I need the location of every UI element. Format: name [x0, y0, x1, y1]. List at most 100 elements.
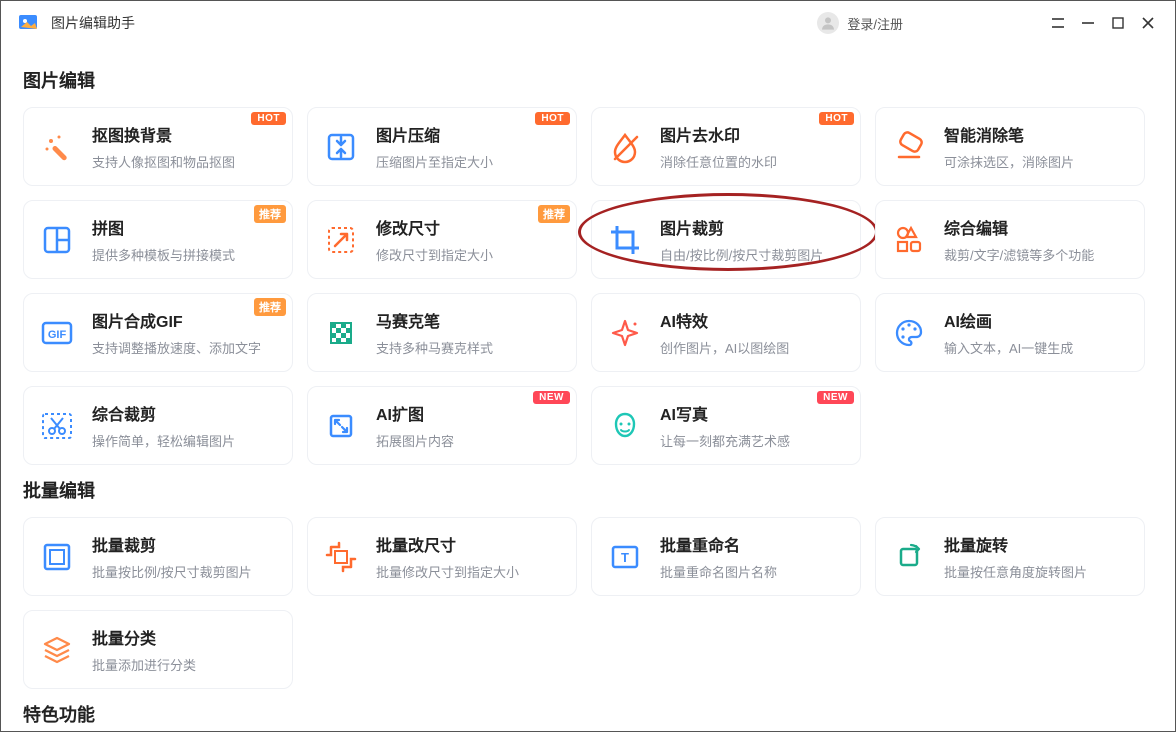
- feature-card[interactable]: 批量裁剪批量按比例/按尺寸裁剪图片: [23, 517, 293, 596]
- batch-crop-icon: [36, 536, 78, 578]
- section-title: 批量编辑: [23, 477, 1153, 503]
- compress-icon: [320, 126, 362, 168]
- card-desc: 裁剪/文字/滤镜等多个功能: [944, 245, 1094, 264]
- portrait-icon: [604, 405, 646, 447]
- card-desc: 批量按比例/按尺寸裁剪图片: [92, 562, 252, 581]
- card-desc: 可涂抹选区，消除图片: [944, 152, 1074, 171]
- card-badge: NEW: [817, 391, 854, 404]
- card-desc: 批量修改尺寸到指定大小: [376, 562, 519, 581]
- rename-icon: [604, 536, 646, 578]
- card-title: 图片去水印: [660, 122, 777, 146]
- card-badge: HOT: [819, 112, 854, 125]
- card-title: 马赛克笔: [376, 308, 493, 332]
- card-title: 批量旋转: [944, 532, 1087, 556]
- card-desc: 提供多种模板与拼接模式: [92, 245, 235, 264]
- menu-button[interactable]: [1043, 8, 1073, 38]
- feature-card[interactable]: 图片合成GIF支持调整播放速度、添加文字推荐: [23, 293, 293, 372]
- avatar-icon[interactable]: [817, 12, 839, 34]
- main-content: 图片编辑抠图换背景支持人像抠图和物品抠图HOT图片压缩压缩图片至指定大小HOT图…: [1, 45, 1175, 727]
- card-title: 批量裁剪: [92, 532, 252, 556]
- palette-icon: [888, 312, 930, 354]
- shapes-icon: [888, 219, 930, 261]
- card-title: 批量改尺寸: [376, 532, 519, 556]
- feature-card[interactable]: AI扩图拓展图片内容 NEW: [307, 386, 577, 465]
- login-link[interactable]: 登录/注册: [847, 14, 903, 33]
- feature-card[interactable]: 抠图换背景支持人像抠图和物品抠图 HOT: [23, 107, 293, 186]
- card-desc: 输入文本，AI一键生成: [944, 338, 1073, 357]
- feature-card[interactable]: 图片压缩压缩图片至指定大小 HOT: [307, 107, 577, 186]
- card-desc: 支持多种马赛克样式: [376, 338, 493, 357]
- card-title: AI写真: [660, 401, 790, 425]
- card-badge: HOT: [251, 112, 286, 125]
- close-button[interactable]: [1133, 8, 1163, 38]
- card-desc: 操作简单，轻松编辑图片: [92, 431, 235, 450]
- card-title: 批量重命名: [660, 532, 777, 556]
- gif-icon: [36, 312, 78, 354]
- card-badge: HOT: [535, 112, 570, 125]
- batch-resize-icon: [320, 536, 362, 578]
- scissors-icon: [36, 405, 78, 447]
- card-title: AI特效: [660, 308, 789, 332]
- card-desc: 支持人像抠图和物品抠图: [92, 152, 235, 171]
- rotate-icon: [888, 536, 930, 578]
- feature-card[interactable]: AI特效创作图片，AI以图绘图: [591, 293, 861, 372]
- card-desc: 拓展图片内容: [376, 431, 454, 450]
- card-title: 智能消除笔: [944, 122, 1074, 146]
- card-desc: 支持调整播放速度、添加文字: [92, 338, 261, 357]
- feature-card[interactable]: 综合裁剪操作简单，轻松编辑图片: [23, 386, 293, 465]
- card-title: 综合裁剪: [92, 401, 235, 425]
- feature-card[interactable]: 批量改尺寸批量修改尺寸到指定大小: [307, 517, 577, 596]
- mosaic-icon: [320, 312, 362, 354]
- feature-card[interactable]: 批量分类批量添加进行分类: [23, 610, 293, 689]
- section-title: 特色功能: [23, 701, 1153, 727]
- card-desc: 批量重命名图片名称: [660, 562, 777, 581]
- app-title: 图片编辑助手: [51, 13, 135, 33]
- feature-card[interactable]: 智能消除笔可涂抹选区，消除图片: [875, 107, 1145, 186]
- magic-wand-icon: [36, 126, 78, 168]
- app-logo-icon: [17, 11, 41, 35]
- feature-card[interactable]: 修改尺寸修改尺寸到指定大小 推荐: [307, 200, 577, 279]
- card-title: 批量分类: [92, 625, 196, 649]
- card-desc: 批量添加进行分类: [92, 655, 196, 674]
- resize-icon: [320, 219, 362, 261]
- feature-card[interactable]: AI绘画输入文本，AI一键生成: [875, 293, 1145, 372]
- card-title: 抠图换背景: [92, 122, 235, 146]
- card-title: 综合编辑: [944, 215, 1094, 239]
- card-desc: 创作图片，AI以图绘图: [660, 338, 789, 357]
- card-desc: 让每一刻都充满艺术感: [660, 431, 790, 450]
- feature-card[interactable]: 图片裁剪自由/按比例/按尺寸裁剪图片: [591, 200, 861, 279]
- expand-icon: [320, 405, 362, 447]
- stack-icon: [36, 629, 78, 671]
- no-drop-icon: [604, 126, 646, 168]
- card-grid: 抠图换背景支持人像抠图和物品抠图HOT图片压缩压缩图片至指定大小HOT图片去水印…: [23, 107, 1153, 465]
- card-desc: 批量按任意角度旋转图片: [944, 562, 1087, 581]
- card-desc: 压缩图片至指定大小: [376, 152, 493, 171]
- crop-icon: [604, 219, 646, 261]
- card-title: AI扩图: [376, 401, 454, 425]
- feature-card[interactable]: 综合编辑裁剪/文字/滤镜等多个功能: [875, 200, 1145, 279]
- feature-card[interactable]: 批量重命名批量重命名图片名称: [591, 517, 861, 596]
- minimize-button[interactable]: [1073, 8, 1103, 38]
- eraser-icon: [888, 126, 930, 168]
- card-badge: 推荐: [538, 205, 570, 223]
- card-title: 拼图: [92, 215, 235, 239]
- card-badge: 推荐: [254, 298, 286, 316]
- card-title: AI绘画: [944, 308, 1073, 332]
- card-title: 修改尺寸: [376, 215, 493, 239]
- sparkle-icon: [604, 312, 646, 354]
- feature-card[interactable]: 马赛克笔支持多种马赛克样式: [307, 293, 577, 372]
- feature-card[interactable]: 图片去水印消除任意位置的水印HOT: [591, 107, 861, 186]
- card-badge: 推荐: [254, 205, 286, 223]
- card-title: 图片裁剪: [660, 215, 823, 239]
- feature-card[interactable]: AI写真让每一刻都充满艺术感 NEW: [591, 386, 861, 465]
- card-desc: 自由/按比例/按尺寸裁剪图片: [660, 245, 823, 264]
- titlebar: 图片编辑助手 登录/注册: [1, 1, 1175, 45]
- maximize-button[interactable]: [1103, 8, 1133, 38]
- section-title: 图片编辑: [23, 67, 1153, 93]
- feature-card[interactable]: 批量旋转批量按任意角度旋转图片: [875, 517, 1145, 596]
- card-title: 图片压缩: [376, 122, 493, 146]
- card-desc: 修改尺寸到指定大小: [376, 245, 493, 264]
- card-badge: NEW: [533, 391, 570, 404]
- layout-icon: [36, 219, 78, 261]
- feature-card[interactable]: 拼图提供多种模板与拼接模式 推荐: [23, 200, 293, 279]
